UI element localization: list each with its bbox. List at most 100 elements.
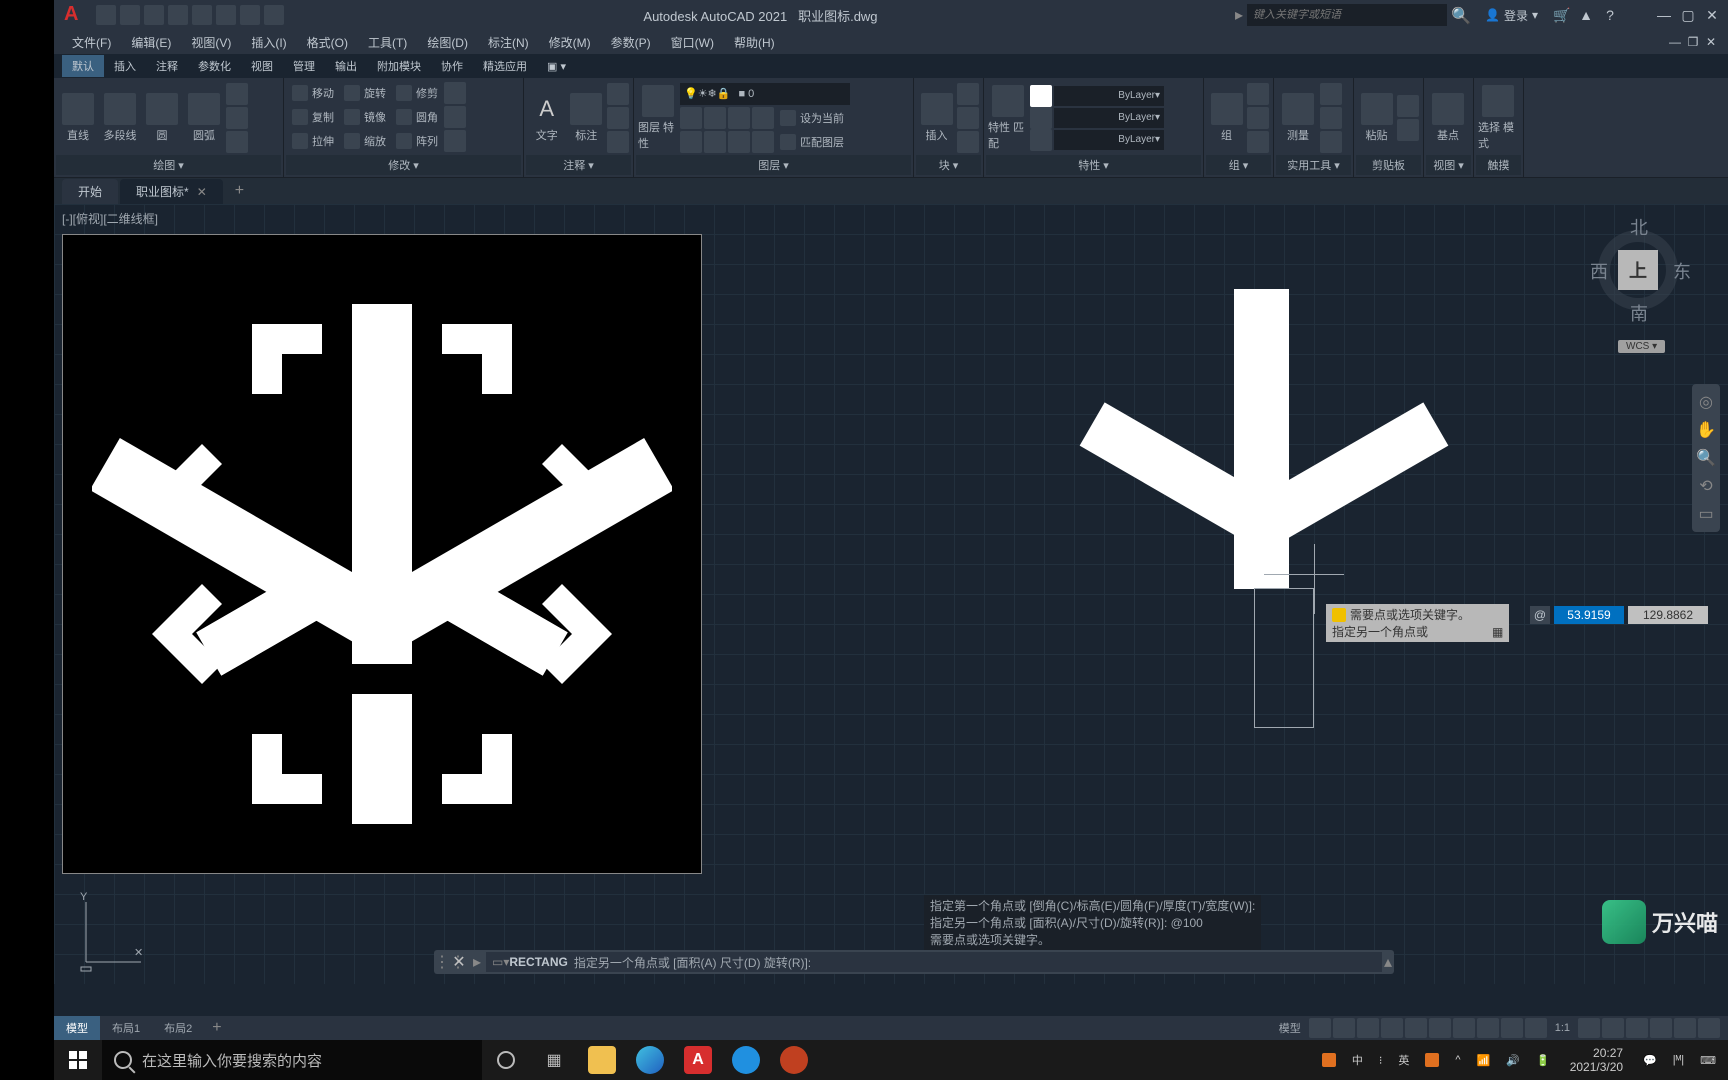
menu-window[interactable]: 窗口(W): [661, 34, 724, 51]
dyn-y-input[interactable]: 129.8862: [1628, 606, 1708, 624]
stretch-button[interactable]: 拉伸: [288, 130, 338, 152]
status-trans[interactable]: [1477, 1018, 1499, 1038]
ribbon-tab-output[interactable]: 输出: [325, 55, 367, 77]
status-anno[interactable]: [1525, 1018, 1547, 1038]
ribbon-tab-insert[interactable]: 插入: [104, 55, 146, 77]
layer-selector[interactable]: 💡☀❄🔒 ■ 0: [680, 83, 850, 105]
tray-more[interactable]: ⁝: [1375, 1054, 1387, 1067]
wcs-button[interactable]: WCS ▾: [1618, 340, 1665, 353]
match-props-button[interactable]: 特性 匹配: [988, 85, 1028, 151]
status-polar[interactable]: [1381, 1018, 1403, 1038]
modify-extra-1[interactable]: [444, 82, 466, 104]
qat-open[interactable]: [120, 5, 140, 25]
panel-touch-label[interactable]: 触摸: [1476, 155, 1521, 175]
block-s2[interactable]: [957, 107, 979, 129]
tray-ink-icon[interactable]: |ᴹ|: [1669, 1054, 1688, 1066]
ribbon-tab-default[interactable]: 默认: [62, 55, 104, 77]
block-s3[interactable]: [957, 131, 979, 153]
measure-button[interactable]: 测量: [1278, 93, 1318, 143]
layer-s7[interactable]: [728, 131, 750, 153]
status-ws[interactable]: [1578, 1018, 1600, 1038]
circle-button[interactable]: 圆: [142, 93, 182, 143]
app-icon[interactable]: [770, 1040, 818, 1080]
autocad-taskbar-icon[interactable]: A: [674, 1040, 722, 1080]
model-tab[interactable]: 模型: [54, 1016, 100, 1040]
util-s3[interactable]: [1320, 131, 1342, 153]
modify-extra-3[interactable]: [444, 130, 466, 152]
layer-props-button[interactable]: 图层 特性: [638, 85, 678, 151]
insert-block-button[interactable]: 插入: [918, 93, 955, 143]
layer-s5[interactable]: [680, 131, 702, 153]
linetype-icon[interactable]: [1030, 129, 1052, 151]
viewport-label[interactable]: [-][俯视][二维线框]: [62, 210, 158, 227]
viewcube[interactable]: 上 北 南 东 西 WCS ▾: [1578, 210, 1698, 360]
login-button[interactable]: 👤 登录 ▾: [1485, 7, 1538, 24]
set-current-button[interactable]: 设为当前: [776, 107, 848, 129]
close-button[interactable]: ✕: [1700, 5, 1724, 25]
qat-web[interactable]: [192, 5, 212, 25]
status-model[interactable]: 模型: [1273, 1020, 1307, 1036]
scale-button[interactable]: 缩放: [340, 130, 390, 152]
qat-new[interactable]: [96, 5, 116, 25]
polyline-button[interactable]: 多段线: [100, 93, 140, 143]
annot-s2[interactable]: [607, 107, 629, 129]
menu-modify[interactable]: 修改(M): [539, 34, 601, 51]
panel-layer-label[interactable]: 图层 ▾: [636, 155, 911, 175]
status-iso[interactable]: [1626, 1018, 1648, 1038]
tray-ime1[interactable]: 中: [1348, 1052, 1367, 1068]
layer-s2[interactable]: [704, 107, 726, 129]
status-ortho[interactable]: [1357, 1018, 1379, 1038]
filetab-current[interactable]: 职业图标*✕: [120, 179, 223, 204]
layer-s4[interactable]: [752, 107, 774, 129]
menu-format[interactable]: 格式(O): [297, 34, 358, 51]
status-lwt[interactable]: [1453, 1018, 1475, 1038]
menu-draw[interactable]: 绘图(D): [417, 34, 478, 51]
move-button[interactable]: 移动: [288, 82, 338, 104]
nav-pan-icon[interactable]: ✋: [1692, 416, 1720, 444]
command-line[interactable]: ⋮⋮ ✕ ▸ ▭▾ RECTANG 指定另一个角点或 [面积(A) 尺寸(D) …: [434, 950, 1394, 974]
ribbon-tab-more[interactable]: ▣ ▾: [537, 55, 576, 77]
mirror-button[interactable]: 镜像: [340, 106, 390, 128]
nav-show-icon[interactable]: ▭: [1692, 500, 1720, 528]
tray-sip-icon[interactable]: ⌨: [1696, 1054, 1720, 1067]
clip-s2[interactable]: [1397, 119, 1419, 141]
util-s2[interactable]: [1320, 107, 1342, 129]
ucs-icon[interactable]: Y ✕: [66, 892, 146, 972]
trim-button[interactable]: 修剪: [392, 82, 442, 104]
group-s3[interactable]: [1247, 131, 1269, 153]
cmdline-close[interactable]: ✕: [450, 952, 468, 972]
util-s1[interactable]: [1320, 83, 1342, 105]
panel-props-label[interactable]: 特性 ▾: [986, 155, 1201, 175]
ribbon-tab-manage[interactable]: 管理: [283, 55, 325, 77]
status-otrack[interactable]: [1429, 1018, 1451, 1038]
help-icon[interactable]: ?: [1598, 5, 1622, 25]
panel-group-label[interactable]: 组 ▾: [1206, 155, 1271, 175]
panel-clip-label[interactable]: 剪贴板: [1356, 155, 1421, 175]
status-monitor[interactable]: [1602, 1018, 1624, 1038]
layout2-tab[interactable]: 布局2: [152, 1016, 204, 1040]
tray-volume-icon[interactable]: 🔊: [1502, 1054, 1524, 1067]
windows-taskbar[interactable]: 在这里输入你要搜索的内容 ▦ A 中 ⁝ 英 ^ 📶 🔊 🔋 20:27 202…: [54, 1040, 1728, 1080]
panel-modify-label[interactable]: 修改 ▾: [286, 155, 521, 175]
lineweight-selector[interactable]: ByLayer ▾: [1054, 108, 1164, 128]
annot-s1[interactable]: [607, 83, 629, 105]
autodesk-app-icon[interactable]: ▲: [1574, 5, 1598, 25]
layout1-tab[interactable]: 布局1: [100, 1016, 152, 1040]
help-search-input[interactable]: [1253, 9, 1441, 21]
draw-small-1[interactable]: [226, 83, 248, 105]
add-filetab[interactable]: +: [225, 178, 254, 204]
text-button[interactable]: A文字: [528, 93, 566, 143]
doc-close[interactable]: ✕: [1702, 32, 1720, 52]
drawing-canvas[interactable]: [-][俯视][二维线框]: [54, 204, 1728, 984]
menu-view[interactable]: 视图(V): [181, 34, 241, 51]
line-button[interactable]: 直线: [58, 93, 98, 143]
maximize-button[interactable]: ▢: [1676, 5, 1700, 25]
draw-small-3[interactable]: [226, 131, 248, 153]
tray-sogou2-icon[interactable]: [1421, 1053, 1443, 1067]
cmdline-expand[interactable]: ▴: [1382, 952, 1394, 972]
layer-s1[interactable]: [680, 107, 702, 129]
lineweight-icon[interactable]: [1030, 107, 1052, 129]
tray-wifi-icon[interactable]: 📶: [1473, 1054, 1495, 1067]
tray-battery-icon[interactable]: 🔋: [1532, 1054, 1554, 1067]
taskview-icon[interactable]: ▦: [530, 1040, 578, 1080]
